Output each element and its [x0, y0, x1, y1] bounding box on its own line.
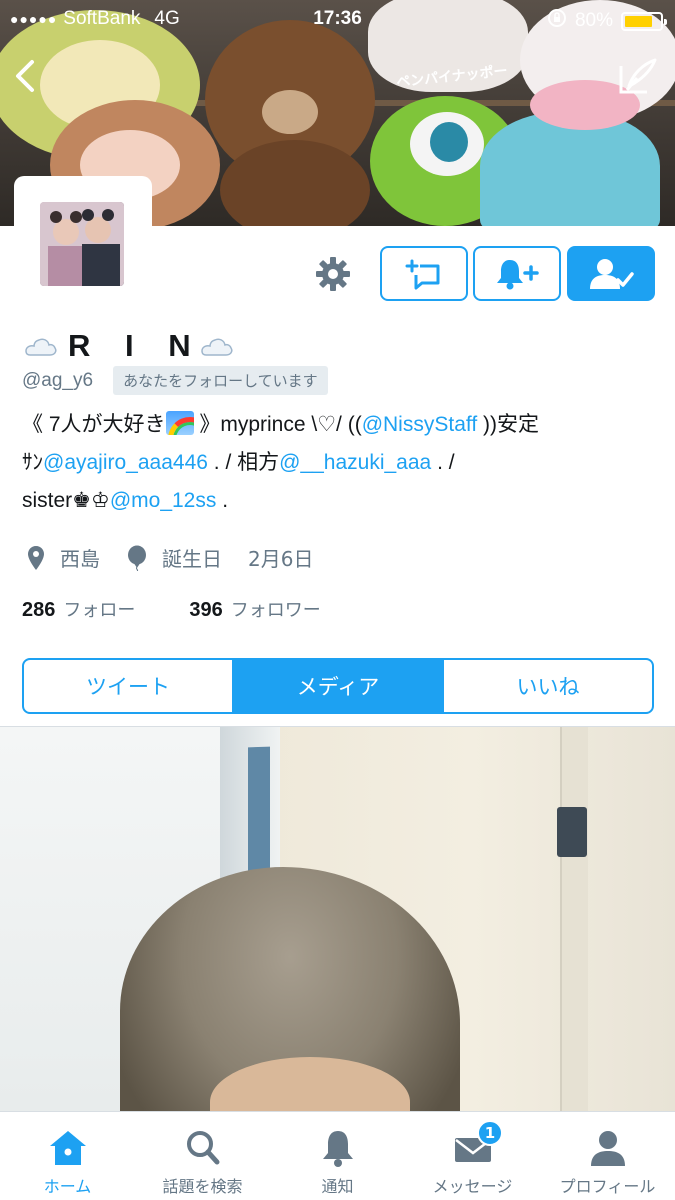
- home-icon: [49, 1131, 86, 1165]
- tabbar-label: 話題を検索: [162, 1177, 243, 1196]
- search-icon: [186, 1131, 219, 1165]
- photo-door-edge: [560, 727, 588, 1111]
- birthday-date: 2月6日: [248, 547, 314, 571]
- battery-percent: 80%: [574, 10, 613, 31]
- avatar-frame[interactable]: [14, 176, 152, 296]
- profile-tabs: ツイート メディア いいね: [22, 658, 654, 714]
- bio-text: ｻﾝ: [22, 451, 43, 474]
- tabbar-label: ホーム: [43, 1177, 92, 1196]
- display-name-row: R I N: [22, 326, 234, 366]
- following-count: 286: [22, 599, 56, 621]
- bio-text: . /: [431, 451, 455, 474]
- display-name: R I N: [68, 328, 204, 363]
- compose-tweet-icon: [619, 58, 657, 94]
- bio-line-1: 《 7人が大好き 》myprince \♡/ ((@NissyStaff ))安…: [22, 406, 662, 444]
- mention-link[interactable]: @__hazuki_aaa: [279, 451, 431, 474]
- birthday-label: 誕生日: [162, 547, 222, 571]
- gear-icon: [316, 257, 350, 291]
- add-to-list-button[interactable]: [380, 246, 468, 301]
- location: 西島: [26, 543, 100, 572]
- following-button[interactable]: [567, 246, 655, 301]
- bio-text: sister♚♔: [22, 489, 110, 512]
- tabbar-notifications[interactable]: 通知: [270, 1112, 405, 1200]
- cloud-emoji-icon: [200, 338, 233, 356]
- tabbar-profile[interactable]: プロフィール: [540, 1112, 675, 1200]
- profile-meta: 西島 誕生日 2月6日: [26, 543, 339, 572]
- compose-tweet-button[interactable]: [617, 56, 659, 96]
- bio-text: ))安定: [477, 413, 539, 436]
- photo-door-latch: [557, 807, 587, 857]
- tabbar-label: プロフィール: [559, 1177, 656, 1196]
- battery-icon: [621, 11, 667, 31]
- tab-likes[interactable]: いいね: [444, 660, 652, 712]
- followers-stat[interactable]: 396 フォロワー: [189, 596, 320, 622]
- mention-link[interactable]: @NissyStaff: [362, 413, 477, 436]
- tabbar-home[interactable]: ホーム: [0, 1112, 135, 1200]
- bio-line-2: ｻﾝ@ayajiro_aaa446 . / 相方@__hazuki_aaa . …: [22, 444, 662, 482]
- user-handle: @ag_y6: [22, 369, 94, 391]
- cloud-emoji-icon: [25, 338, 57, 356]
- bottom-tab-bar: ホーム 話題を検索 通知 1 メッセージ プロフィール: [0, 1111, 675, 1200]
- follow-stats: 286 フォロー 396 フォロワー: [22, 596, 321, 622]
- followers-label: フォロワー: [230, 600, 321, 621]
- bell-plus-icon: [497, 259, 539, 289]
- status-right: 80%: [547, 8, 667, 34]
- bio-text: 《 7人が大好き: [22, 413, 166, 436]
- add-to-list-icon: [405, 259, 440, 289]
- media-photo[interactable]: [0, 727, 675, 1111]
- banner-plush-bear-muzzle: [262, 90, 318, 134]
- tabbar-label: メッセージ: [432, 1177, 513, 1196]
- following-stat[interactable]: 286 フォロー: [22, 596, 135, 622]
- mention-link[interactable]: @mo_12ss: [110, 489, 217, 512]
- location-pin-icon: [28, 545, 44, 570]
- bio-text: . / 相方: [207, 451, 280, 474]
- avatar[interactable]: [40, 202, 124, 286]
- settings-button[interactable]: [313, 254, 353, 294]
- tabbar-messages[interactable]: 1 メッセージ: [405, 1112, 540, 1200]
- notifications-button[interactable]: [473, 246, 561, 301]
- balloon-icon: [128, 545, 146, 571]
- orientation-lock-icon: [547, 8, 567, 34]
- bio-line-3: sister♚♔@mo_12ss .: [22, 482, 662, 520]
- bio-text: .: [216, 489, 229, 512]
- following-label: フォロー: [63, 600, 136, 621]
- profile-bio: 《 7人が大好き 》myprince \♡/ ((@NissyStaff ))安…: [22, 406, 662, 520]
- bell-icon: [322, 1131, 353, 1167]
- status-bar: ●●●●● SoftBank 4G 17:36 80%: [0, 0, 675, 40]
- back-button[interactable]: [10, 58, 40, 94]
- tabbar-label: 通知: [321, 1177, 354, 1196]
- follows-you-badge: あなたをフォローしています: [113, 366, 328, 395]
- tabbar-search[interactable]: 話題を検索: [135, 1112, 270, 1200]
- rainbow-emoji-icon: [165, 411, 194, 435]
- tab-tweets[interactable]: ツイート: [24, 660, 234, 712]
- person-check-icon: [590, 258, 634, 289]
- battery-fill: [625, 15, 653, 27]
- tab-media[interactable]: メディア: [234, 660, 444, 712]
- banner-plush-mike-iris: [430, 122, 468, 162]
- message-count-badge: 1: [477, 1120, 503, 1146]
- birthday: 誕生日 2月6日: [126, 543, 313, 572]
- followers-count: 396: [189, 599, 223, 621]
- location-text: 西島: [60, 547, 100, 571]
- bio-text: 》myprince \♡/ ((: [193, 413, 362, 436]
- chevron-left-icon: [16, 60, 34, 92]
- mention-link[interactable]: @ayajiro_aaa446: [43, 451, 208, 474]
- person-icon: [590, 1131, 625, 1166]
- handle-row: @ag_y6 あなたをフォローしています: [22, 366, 328, 395]
